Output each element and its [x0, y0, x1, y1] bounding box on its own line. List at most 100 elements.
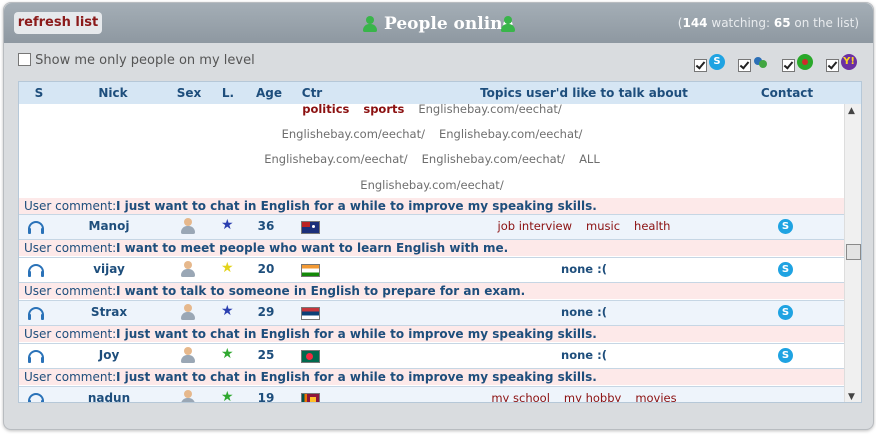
topic-tag[interactable]: sports [363, 104, 404, 116]
yahoo-filter-checkbox[interactable] [826, 59, 839, 72]
user-topics: none :( [561, 348, 607, 362]
serbia-flag-icon [301, 307, 320, 320]
column-topics[interactable]: Topics user'd like to talk about [399, 86, 769, 100]
topic-tag[interactable]: Englishebay.com/eechat/ [418, 104, 561, 116]
user-comment: User comment: I just want to chat in Eng… [19, 198, 845, 214]
table-row[interactable]: Strax ★ 29 none :( S [19, 300, 845, 326]
male-user-icon [181, 261, 195, 278]
male-user-icon [181, 304, 195, 321]
user-topics: none :( [561, 262, 607, 276]
topic-tag[interactable]: my hobby [564, 391, 621, 402]
headphones-icon [28, 221, 44, 234]
user-topics: none :( [561, 305, 607, 319]
topic-tag[interactable]: Englishebay.com/eechat/ [422, 152, 565, 166]
level-filter-label: Show me only people on my level [35, 53, 255, 68]
user-nick[interactable]: Joy [81, 348, 137, 362]
scrollbar-thumb[interactable] [846, 244, 861, 260]
user-age: 29 [257, 305, 275, 319]
male-user-icon [181, 218, 195, 235]
page-title-text: People online [384, 14, 514, 34]
level-filter-checkbox[interactable] [18, 53, 31, 66]
table-row[interactable]: Joy ★ 25 none :( S [19, 343, 845, 369]
msn-filter-checkbox[interactable] [738, 59, 751, 72]
icq-icon [797, 54, 813, 70]
topic-tag[interactable]: Englishebay.com/eechat/ [264, 152, 407, 166]
topic-tag[interactable]: Englishebay.com/eechat/ [439, 127, 582, 141]
table-row[interactable]: vijay ★ 20 none :( S [19, 257, 845, 283]
table-body: politics sports Englishebay.com/eechat/ En… [19, 104, 845, 402]
headphones-icon [28, 307, 44, 320]
user-comment: User comment: I want to meet people who … [19, 240, 845, 256]
user-nick[interactable]: vijay [81, 262, 137, 276]
skype-contact-icon[interactable]: S [778, 219, 793, 234]
australia-flag-icon [301, 221, 320, 234]
user-comment: User comment: I want to talk to someone … [19, 283, 845, 299]
watching-counter: (144 watching: 65 on the list) [677, 16, 859, 30]
bangladesh-flag-icon [301, 350, 320, 363]
column-sex[interactable]: Sex [171, 86, 207, 100]
topic-tag[interactable]: Englishebay.com/eechat/ [282, 127, 425, 141]
user-comment: User comment: I just want to chat in Eng… [19, 326, 845, 342]
headphones-icon [28, 350, 44, 363]
user-comment: User comment: I just want to chat in Eng… [19, 369, 845, 385]
page-title: People online [359, 12, 519, 36]
user-online-icon [363, 16, 377, 32]
topic-tag[interactable]: movies [635, 391, 676, 402]
sri-lanka-flag-icon [301, 393, 320, 402]
msn-filter[interactable] [738, 55, 767, 74]
table-header: S Nick Sex L. Age Ctr Topics user'd like… [19, 82, 861, 104]
column-age[interactable]: Age [249, 86, 289, 100]
topic-tag[interactable]: Englishebay.com/eechat/ [360, 178, 503, 192]
topic-tag[interactable]: politics [302, 104, 349, 116]
topic-tag[interactable]: music [586, 219, 620, 233]
icq-filter[interactable] [782, 54, 813, 74]
skype-filter[interactable]: S [694, 54, 725, 74]
user-age: 20 [257, 262, 275, 276]
icq-filter-checkbox[interactable] [782, 59, 795, 72]
headphones-icon [28, 393, 44, 402]
user-age: 36 [257, 219, 275, 233]
male-user-icon [181, 347, 195, 364]
title-bar: refresh list People online (144 watching… [4, 3, 873, 43]
column-nick[interactable]: Nick [85, 86, 141, 100]
table-row[interactable]: nadun ★ 19 my school my hobby movies [19, 386, 845, 402]
yahoo-icon: Y! [841, 54, 857, 70]
scroll-down-arrow-icon[interactable]: ▼ [848, 392, 855, 402]
level-star-icon: ★ [221, 217, 234, 233]
skype-contact-icon[interactable]: S [778, 348, 793, 363]
people-online-panel: refresh list People online (144 watching… [3, 2, 874, 430]
user-topics: my school my hobby movies [399, 391, 769, 402]
table-row[interactable]: Manoj ★ 36 job interview music health S [19, 214, 845, 240]
level-star-icon: ★ [221, 389, 234, 402]
topic-tag[interactable]: my school [491, 391, 550, 402]
skype-contact-icon[interactable]: S [778, 262, 793, 277]
level-star-icon: ★ [221, 260, 234, 276]
headphones-icon [28, 264, 44, 277]
partial-row-topics: politics sports Englishebay.com/eechat/ En… [19, 104, 845, 192]
level-star-icon: ★ [221, 346, 234, 362]
user-nick[interactable]: nadun [81, 391, 137, 402]
column-contact[interactable]: Contact [749, 86, 825, 100]
people-table: S Nick Sex L. Age Ctr Topics user'd like… [18, 81, 862, 403]
india-flag-icon [301, 264, 320, 277]
user-nick[interactable]: Manoj [81, 219, 137, 233]
column-country[interactable]: Ctr [297, 86, 327, 100]
topic-tag[interactable]: health [634, 219, 670, 233]
level-star-icon: ★ [221, 303, 234, 319]
skype-icon: S [709, 54, 725, 70]
user-age: 25 [257, 348, 275, 362]
column-status[interactable]: S [31, 86, 47, 100]
yahoo-filter[interactable]: Y! [826, 54, 857, 74]
vertical-scrollbar[interactable]: ▲ ▼ [844, 104, 861, 402]
user-nick[interactable]: Strax [81, 305, 137, 319]
user-age: 19 [257, 391, 275, 402]
skype-filter-checkbox[interactable] [694, 59, 707, 72]
skype-contact-icon[interactable]: S [778, 305, 793, 320]
user-topics: job interview music health [399, 219, 769, 233]
topic-tag[interactable]: ALL [579, 152, 600, 166]
scroll-up-arrow-icon[interactable]: ▲ [848, 106, 855, 116]
topic-tag[interactable]: job interview [498, 219, 572, 233]
column-level[interactable]: L. [217, 86, 239, 100]
level-filter-option[interactable]: Show me only people on my level [18, 53, 255, 68]
refresh-list-button[interactable]: refresh list [14, 12, 102, 34]
